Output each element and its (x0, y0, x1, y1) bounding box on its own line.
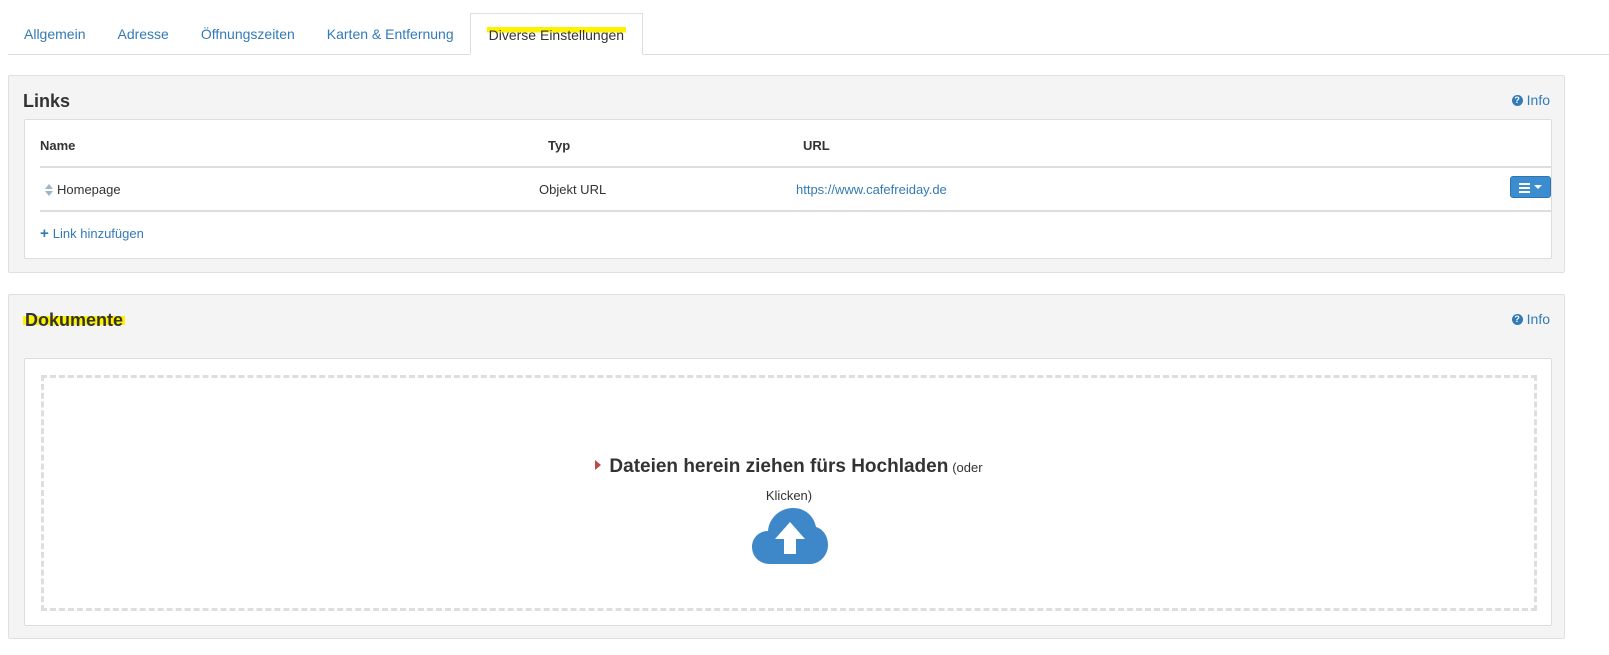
tab-label: Karten & Entfernung (326, 26, 454, 42)
cloud-upload-icon[interactable] (752, 508, 828, 566)
tab-diverse-einstellungen[interactable]: Diverse Einstellungen (469, 13, 644, 55)
add-link-button[interactable]: + Link hinzufügen (40, 226, 144, 241)
table-row: Homepage Objekt URL https://www.cafefrei… (40, 168, 1551, 212)
column-header-typ: Typ (548, 138, 571, 153)
chevron-down-icon (1534, 185, 1542, 189)
info-label: Info (1526, 92, 1550, 108)
tab-adresse[interactable]: Adresse (101, 13, 184, 55)
documents-panel: Dokumente ? Info Dateien herein ziehen f… (8, 294, 1565, 639)
tab-allgemein[interactable]: Allgemein (8, 13, 101, 55)
link-url[interactable]: https://www.cafefreiday.de (796, 182, 947, 197)
links-table: Name Typ URL Homepage Objekt URL https:/… (24, 119, 1552, 259)
upload-dropzone[interactable]: Dateien herein ziehen fürs Hochladen (od… (41, 375, 1537, 611)
documents-title: Dokumente (23, 310, 126, 331)
links-title: Links (23, 91, 71, 111)
tab-bar: Allgemein Adresse Öffnungszeiten Karten … (8, 13, 1609, 55)
question-circle-icon: ? (1511, 94, 1523, 106)
tab-label: Öffnungszeiten (200, 26, 295, 42)
question-circle-icon: ? (1511, 313, 1523, 325)
sort-icon[interactable] (45, 184, 53, 196)
info-label: Info (1526, 311, 1550, 327)
tab-label: Diverse Einstellungen (486, 27, 627, 43)
dropzone-message: Dateien herein ziehen fürs Hochladen (od… (44, 456, 1534, 478)
tab-oeffnungszeiten[interactable]: Öffnungszeiten (185, 13, 311, 55)
tab-label: Adresse (117, 26, 169, 42)
tab-karten-entfernung[interactable]: Karten & Entfernung (311, 13, 470, 55)
dropzone-or-text: (oder (952, 460, 983, 475)
plus-icon: + (40, 225, 49, 242)
bars-icon (1519, 182, 1530, 193)
row-actions-button[interactable] (1510, 176, 1551, 198)
link-name: Homepage (57, 182, 121, 197)
documents-title-text: Dokumente (23, 310, 126, 330)
column-header-name: Name (40, 138, 76, 153)
documents-box: Dateien herein ziehen fürs Hochladen (od… (24, 358, 1552, 626)
dropzone-main-text: Dateien herein ziehen fürs Hochladen (609, 456, 949, 477)
add-link-label: Link hinzufügen (52, 226, 144, 241)
tab-label: Allgemein (24, 26, 86, 42)
links-info-link[interactable]: ? Info (1511, 92, 1550, 108)
column-header-url: URL (803, 138, 830, 153)
link-typ: Objekt URL (539, 182, 607, 197)
documents-info-link[interactable]: ? Info (1511, 311, 1550, 327)
dropzone-click-text: Klicken) (765, 488, 813, 503)
caret-right-icon (595, 460, 602, 470)
links-panel: Links ? Info Name Typ URL Homepage Objek… (8, 75, 1565, 273)
